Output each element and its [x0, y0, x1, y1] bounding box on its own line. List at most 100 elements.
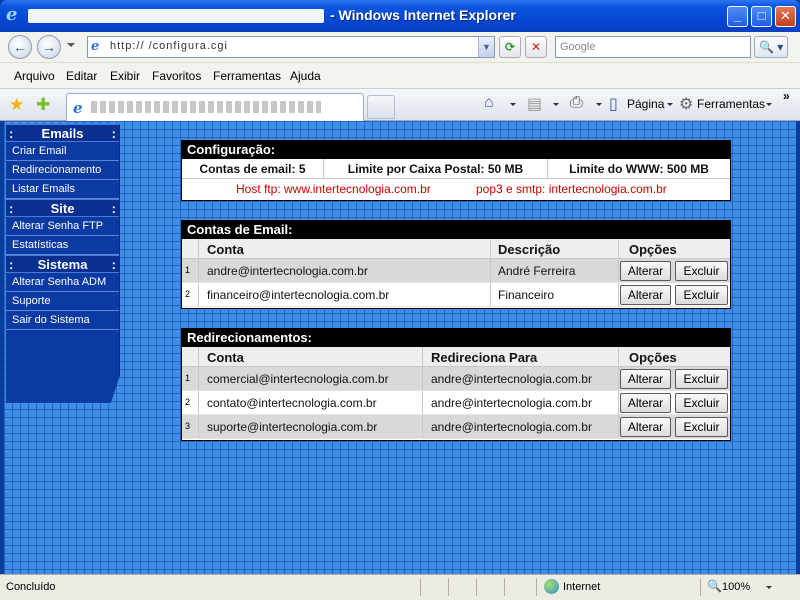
delete-redirect-button[interactable]: Excluir: [675, 393, 728, 413]
menu-editar[interactable]: Editar: [66, 69, 97, 83]
accounts-panel: Contas de Email: Conta Descrição Opções …: [181, 220, 731, 309]
table-row: 1 comercial@intertecnologia.com.br andre…: [182, 367, 730, 391]
tools-menu[interactable]: Ferramentas: [697, 97, 765, 111]
redirects-col-account: Conta: [207, 350, 244, 365]
page-dropdown-icon[interactable]: [667, 103, 673, 106]
page-menu[interactable]: Página: [627, 97, 664, 111]
email-accounts-count: Contas de email: 5: [182, 159, 324, 178]
back-button[interactable]: ←: [8, 35, 32, 59]
sidebar-item-sair[interactable]: Sair do Sistema: [6, 311, 119, 330]
menu-arquivo[interactable]: Arquivo: [14, 69, 55, 83]
zoom-dropdown-icon[interactable]: [766, 586, 772, 589]
tools-dropdown-icon[interactable]: [766, 103, 772, 106]
sidebar-item-estatisticas[interactable]: Estatísticas: [6, 236, 119, 255]
table-row: 2 financeiro@intertecnologia.com.br Fina…: [182, 283, 730, 307]
mail-hosts: pop3 e smtp: intertecnologia.com.br: [476, 182, 667, 196]
sidebar-item-alterar-senha-adm[interactable]: Alterar Senha ADM: [6, 273, 119, 292]
sidebar-item-redirecionamento[interactable]: Redirecionamento: [6, 161, 119, 180]
internet-zone-icon: [544, 579, 559, 594]
edit-redirect-button[interactable]: Alterar: [620, 417, 671, 437]
sidebar-item-alterar-senha-ftp[interactable]: Alterar Senha FTP: [6, 217, 119, 236]
table-row: 3 suporte@intertecnologia.com.br andre@i…: [182, 415, 730, 439]
config-limits-row: Contas de email: 5 Limite por Caixa Post…: [182, 159, 730, 179]
print-dropdown-icon[interactable]: [596, 103, 602, 106]
redirects-panel: Redirecionamentos: Conta Redireciona Par…: [181, 328, 731, 441]
menu-bar: Arquivo Editar Exibir Favoritos Ferramen…: [0, 62, 800, 88]
accounts-title: Contas de Email:: [182, 221, 730, 239]
config-hosts-row: Host ftp: www.intertecnologia.com.br pop…: [182, 179, 730, 198]
page-content: Emails Criar Email Redirecionamento List…: [4, 121, 796, 574]
new-tab-button[interactable]: [367, 95, 395, 119]
delete-redirect-button[interactable]: Excluir: [675, 369, 728, 389]
tab-current[interactable]: e: [66, 93, 364, 122]
sidebar-item-listar-emails[interactable]: Listar Emails: [6, 180, 119, 199]
menu-favoritos[interactable]: Favoritos: [152, 69, 201, 83]
title-url-redacted: [28, 9, 324, 23]
table-row: 1 andre@intertecnologia.com.br André Fer…: [182, 259, 730, 283]
security-zone[interactable]: Internet: [563, 581, 600, 593]
tab-page-icon: e: [73, 99, 83, 117]
zoom-level[interactable]: 100%: [722, 581, 750, 593]
forward-button[interactable]: →: [37, 35, 61, 59]
edit-redirect-button[interactable]: Alterar: [620, 369, 671, 389]
feeds-dropdown-icon[interactable]: [553, 103, 559, 106]
tab-bar: ★ ✚ e ⌂ ▤ ⎙ ▯ Página ⚙ Ferramentas »: [0, 88, 800, 122]
row-index: 1: [185, 265, 191, 275]
forward-arrow-icon: →: [42, 39, 56, 55]
zoom-icon: 🔍: [707, 579, 722, 593]
redirect-account: suporte@intertecnologia.com.br: [207, 420, 378, 434]
print-icon[interactable]: ⎙: [570, 94, 583, 112]
close-button[interactable]: ✕: [775, 6, 796, 27]
delete-redirect-button[interactable]: Excluir: [675, 417, 728, 437]
maximize-button[interactable]: □: [751, 6, 772, 27]
redirect-target: andre@intertecnologia.com.br: [431, 420, 592, 434]
account-email: andre@intertecnologia.com.br: [207, 264, 368, 278]
address-url: http:// /configura.cgi: [110, 40, 228, 52]
search-input[interactable]: Google: [555, 36, 751, 58]
sidebar-item-criar-email[interactable]: Criar Email: [6, 142, 119, 161]
ie-logo-icon: e: [6, 4, 18, 25]
title-bar: e - Windows Internet Explorer _ □ ✕: [0, 0, 800, 32]
home-icon[interactable]: ⌂: [484, 94, 494, 112]
refresh-button[interactable]: ⟳: [499, 36, 521, 58]
sidebar: Emails Criar Email Redirecionamento List…: [6, 124, 120, 403]
home-dropdown-icon[interactable]: [510, 103, 516, 106]
history-dropdown-icon[interactable]: [67, 43, 75, 47]
tools-gear-icon: ⚙: [679, 96, 694, 113]
redirects-title: Redirecionamentos:: [182, 329, 730, 347]
redirects-header-row: Conta Redireciona Para Opções: [182, 347, 730, 367]
table-row: 2 contato@intertecnologia.com.br andre@i…: [182, 391, 730, 415]
redirect-account: contato@intertecnologia.com.br: [207, 396, 377, 410]
minimize-button[interactable]: _: [727, 6, 748, 27]
menu-ferramentas[interactable]: Ferramentas: [213, 69, 281, 83]
feeds-icon[interactable]: ▤: [527, 94, 542, 114]
config-title: Configuração:: [182, 141, 730, 159]
tab-title-redacted: [91, 101, 321, 113]
www-limit: Limite do WWW: 500 MB: [569, 162, 709, 176]
address-input[interactable]: e http:// /configura.cgi ▼: [87, 36, 495, 58]
sidebar-section-sistema: Sistema: [6, 255, 119, 273]
config-panel: Configuração: Contas de email: 5 Limite …: [181, 140, 731, 201]
menu-exibir[interactable]: Exibir: [110, 69, 140, 83]
delete-account-button[interactable]: Excluir: [675, 285, 728, 305]
stop-button[interactable]: ✕: [525, 36, 547, 58]
row-index: 2: [185, 289, 191, 299]
row-index: 1: [185, 373, 191, 383]
sidebar-item-suporte[interactable]: Suporte: [6, 292, 119, 311]
more-chevron-icon[interactable]: »: [783, 89, 790, 103]
mailbox-limit: Limite por Caixa Postal: 50 MB: [324, 159, 548, 178]
edit-redirect-button[interactable]: Alterar: [620, 393, 671, 413]
accounts-col-description: Descrição: [498, 242, 561, 257]
sidebar-section-emails: Emails: [6, 124, 119, 142]
address-dropdown-icon[interactable]: ▼: [478, 37, 494, 57]
search-button[interactable]: 🔍 ▾: [754, 36, 788, 58]
add-favorite-icon[interactable]: ✚: [36, 95, 50, 115]
accounts-col-account: Conta: [207, 242, 244, 257]
menu-ajuda[interactable]: Ajuda: [290, 69, 321, 83]
delete-account-button[interactable]: Excluir: [675, 261, 728, 281]
favorites-star-icon[interactable]: ★: [9, 95, 24, 115]
edit-account-button[interactable]: Alterar: [620, 261, 671, 281]
edit-account-button[interactable]: Alterar: [620, 285, 671, 305]
redirects-col-options: Opções: [629, 350, 677, 365]
accounts-header-row: Conta Descrição Opções: [182, 239, 730, 259]
